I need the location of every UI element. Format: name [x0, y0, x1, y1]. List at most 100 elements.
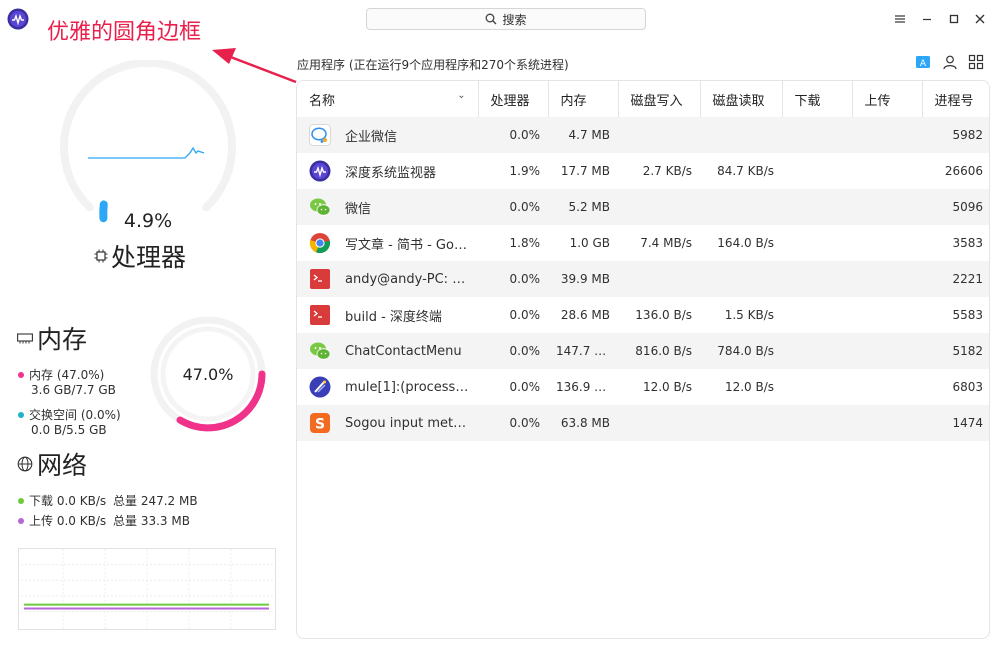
globe-icon [17, 456, 33, 472]
upload-speed: 上传 0.0 KB/s [29, 514, 107, 528]
process-disk-read: 784.0 B/s [717, 344, 774, 358]
process-pid: 5982 [952, 128, 983, 142]
process-table: 名称 ⌄ 处理器 内存 磁盘写入 磁盘读取 下载 上传 进程号 企业微信 0.0%… [296, 80, 990, 639]
user-icon [943, 55, 957, 70]
swap-usage-label: 交换空间 (0.0%) [29, 408, 121, 422]
process-pid: 1474 [952, 416, 983, 430]
process-download [782, 261, 852, 297]
process-memory: 4.7 MB [568, 128, 610, 142]
svg-text:S: S [315, 417, 325, 433]
minimize-button[interactable] [920, 12, 934, 26]
memory-usage-label: 内存 (47.0%) [29, 368, 105, 382]
process-memory: 28.6 MB [560, 308, 610, 322]
user-view-button[interactable] [941, 53, 959, 71]
table-row[interactable]: 企业微信 0.0% 4.7 MB 5982 [297, 117, 989, 153]
process-disk-write: 816.0 B/s [635, 344, 692, 358]
maximize-button[interactable] [947, 12, 961, 26]
process-download [782, 333, 852, 369]
cpu-value: 4.9% [123, 210, 173, 232]
process-cpu: 1.8% [509, 236, 541, 250]
process-name-cell: 写文章 - 简书 - Go… [305, 232, 470, 254]
app-logo-icon [7, 8, 29, 30]
process-cpu: 0.0% [509, 344, 541, 358]
column-name[interactable]: 名称 ⌄ [297, 81, 479, 117]
process-disk-read: 164.0 B/s [717, 236, 774, 250]
process-pid: 26606 [944, 164, 983, 178]
process-name-cell: S Sogou input met… [305, 412, 470, 434]
table-row[interactable]: 写文章 - 简书 - Go… 1.8% 1.0 GB 7.4 MB/s 164.… [297, 225, 989, 261]
search-input[interactable]: 搜索 [366, 8, 646, 30]
process-cpu: 0.0% [509, 200, 541, 214]
table-row[interactable]: 深度系统监视器 1.9% 17.7 MB 2.7 KB/s 84.7 KB/s … [297, 153, 989, 189]
memory-detail: 3.6 GB/7.7 GB [31, 383, 116, 397]
swap-legend: 交换空间 (0.0%) [18, 406, 121, 423]
table-row[interactable]: ChatContactMenu 0.0% 147.7 MB 816.0 B/s … [297, 333, 989, 369]
process-cpu: 0.0% [509, 128, 541, 142]
table-row[interactable]: build - 深度终端 0.0% 28.6 MB 136.0 B/s 1.5 … [297, 297, 989, 333]
process-download [782, 153, 852, 189]
wework-icon [309, 124, 331, 146]
download-total: 总量 247.2 MB [113, 494, 198, 508]
cpu-chip-icon [94, 249, 108, 263]
process-upload [852, 153, 922, 189]
process-name: Sogou input met… [345, 415, 467, 431]
process-disk-write: 136.0 B/s [635, 308, 692, 322]
process-disk-write [618, 261, 700, 297]
column-cpu[interactable]: 处理器 [478, 81, 549, 117]
process-disk-read [700, 117, 782, 153]
process-pid: 5096 [952, 200, 983, 214]
chevron-down-icon: ⌄ [457, 89, 466, 101]
memory-value: 47.0% [182, 365, 234, 384]
process-upload [852, 225, 922, 261]
close-icon [975, 14, 985, 24]
network-chart-grid [21, 549, 273, 629]
process-cpu: 0.0% [509, 308, 541, 322]
memory-title: 内存 [17, 320, 87, 356]
mule-icon [309, 376, 331, 398]
process-name: andy@andy-PC: … [345, 271, 466, 287]
process-disk-read: 84.7 KB/s [717, 164, 774, 178]
app-view-button[interactable]: A [914, 53, 932, 71]
memory-chip-icon [17, 333, 33, 344]
process-memory: 136.9 MB [556, 380, 613, 394]
close-button[interactable] [973, 12, 987, 26]
menu-button[interactable] [893, 12, 907, 26]
process-upload [852, 333, 922, 369]
svg-text:A: A [920, 59, 927, 69]
column-upload[interactable]: 上传 [852, 81, 923, 117]
table-row[interactable]: S Sogou input met… 0.0% 63.8 MB 1474 [297, 405, 989, 441]
process-name: 深度系统监视器 [345, 165, 437, 181]
process-memory: 5.2 MB [568, 200, 610, 214]
column-disk-write[interactable]: 磁盘写入 [618, 81, 701, 117]
menu-icon [895, 15, 905, 23]
process-disk-read [700, 261, 782, 297]
upload-dot [18, 517, 24, 524]
process-name-cell: 深度系统监视器 [305, 160, 470, 182]
memory-label: 内存 [37, 325, 88, 354]
table-row[interactable]: mule[1]:(process… 0.0% 136.9 MB 12.0 B/s… [297, 369, 989, 405]
process-name: build - 深度终端 [345, 309, 442, 325]
process-memory: 147.7 MB [556, 344, 613, 358]
process-upload [852, 369, 922, 405]
column-download[interactable]: 下载 [782, 81, 853, 117]
chrome-icon [309, 232, 331, 254]
process-disk-write: 2.7 KB/s [642, 164, 692, 178]
process-pid: 6803 [952, 380, 983, 394]
process-disk-read [700, 405, 782, 441]
swap-detail: 0.0 B/5.5 GB [31, 423, 107, 437]
column-disk-read[interactable]: 磁盘读取 [700, 81, 783, 117]
process-disk-read [700, 189, 782, 225]
all-processes-button[interactable] [967, 53, 985, 71]
table-row[interactable]: 微信 0.0% 5.2 MB 5096 [297, 189, 989, 225]
process-name: 写文章 - 简书 - Go… [345, 237, 467, 253]
process-pid: 2221 [952, 272, 983, 286]
process-memory: 63.8 MB [560, 416, 610, 430]
table-row[interactable]: andy@andy-PC: … 0.0% 39.9 MB 2221 [297, 261, 989, 297]
process-cpu: 1.9% [509, 164, 541, 178]
column-memory[interactable]: 内存 [548, 81, 619, 117]
upload-legend: 上传 0.0 KB/s [18, 512, 106, 529]
process-disk-read: 12.0 B/s [724, 380, 774, 394]
process-memory: 1.0 GB [569, 236, 610, 250]
annotation-label: 优雅的圆角边框 [47, 20, 202, 45]
column-pid[interactable]: 进程号 [922, 81, 989, 117]
